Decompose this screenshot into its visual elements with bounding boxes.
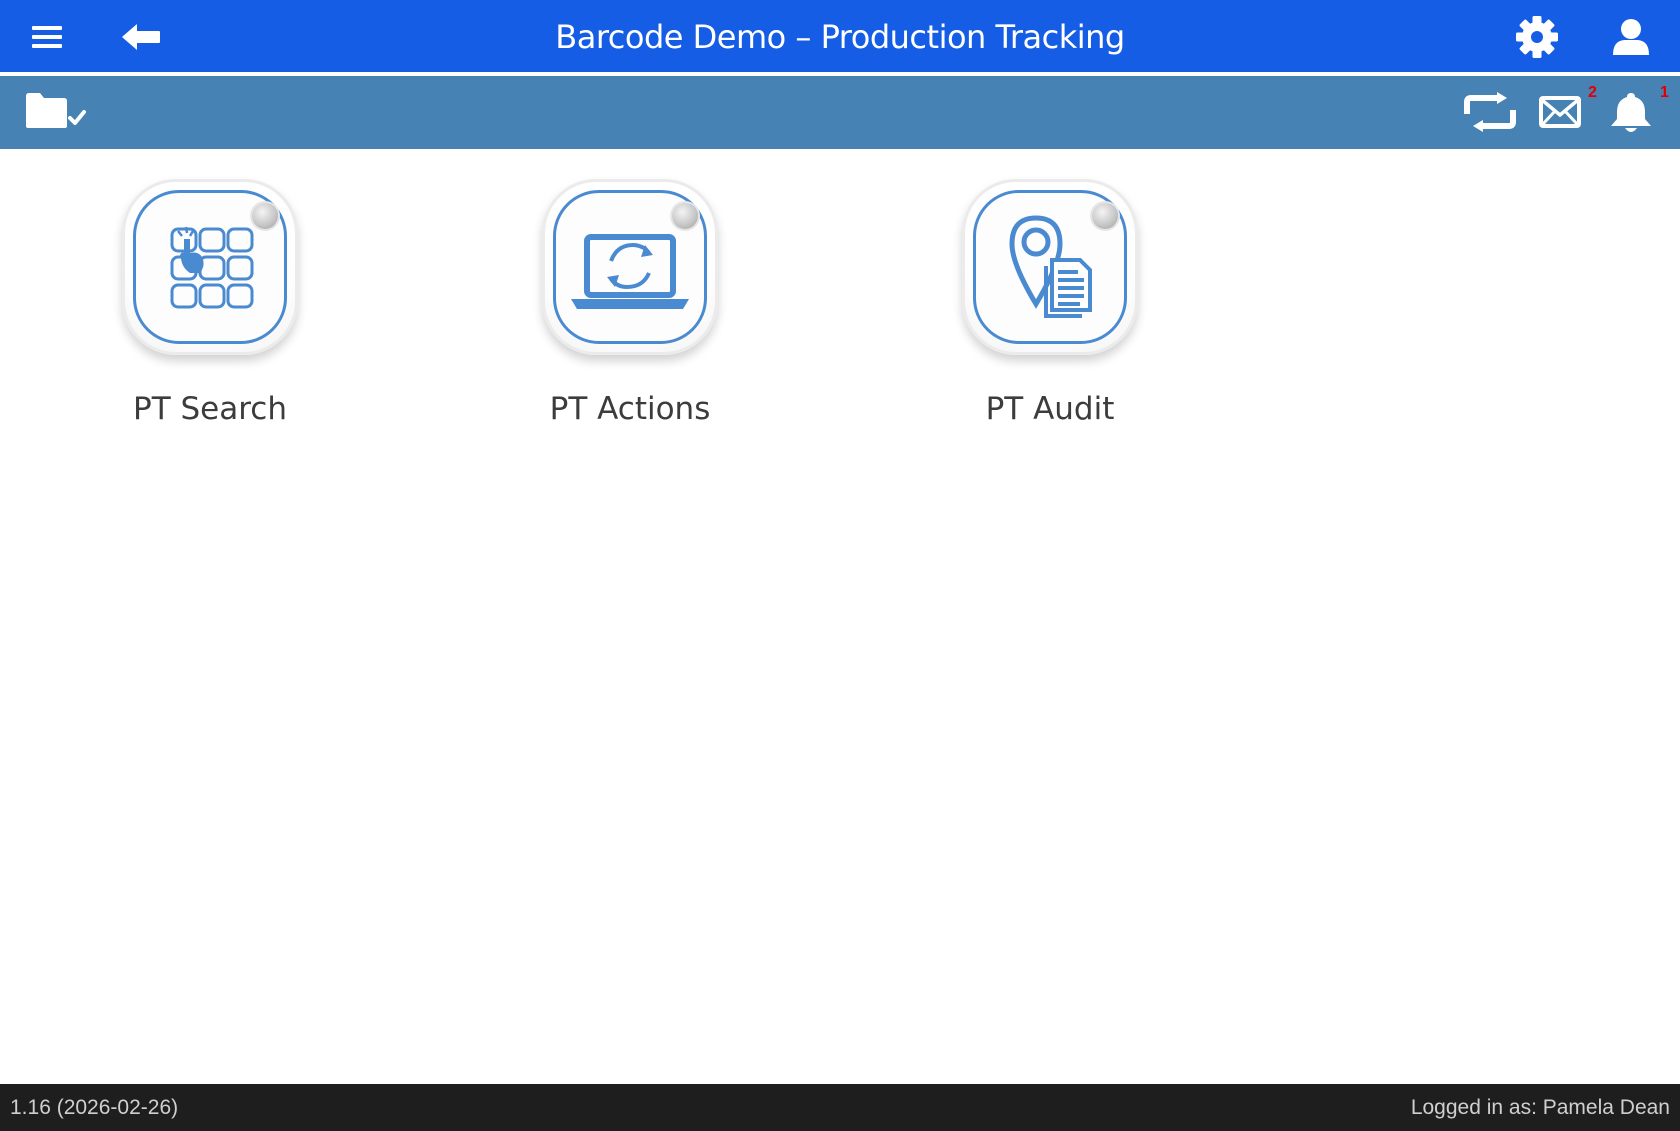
back-button[interactable] [116,12,166,62]
hamburger-menu-icon [32,26,62,48]
sync-arrows-icon [1464,92,1516,132]
settings-button[interactable] [1512,12,1562,62]
tile-pt-actions[interactable]: PT Actions [480,179,780,469]
tile-label: PT Actions [549,391,711,427]
tile-frame [122,179,298,355]
gear-icon [1516,16,1558,58]
menu-button[interactable] [22,12,72,62]
tile-label: PT Search [133,391,287,427]
logged-in-user-text: Logged in as: Pamela Dean [1410,1096,1670,1119]
status-indicator [672,203,698,229]
messages-count-badge: 2 [1588,84,1597,101]
status-indicator [252,203,278,229]
map-pin-document-icon [1009,215,1092,318]
version-text: 1.16 (2026-02-26) [10,1096,179,1119]
laptop-sync-icon [571,234,689,309]
messages-button[interactable]: 2 [1536,84,1597,138]
app-header: Barcode Demo – Production Tracking [0,0,1680,76]
folder-check-button[interactable] [24,86,94,138]
folder-check-icon [26,93,86,128]
tile-pt-audit[interactable]: PT Audit [900,179,1200,469]
user-icon [1613,19,1649,55]
tile-frame [962,179,1138,355]
user-button[interactable] [1606,12,1656,62]
arrow-left-icon [122,24,160,50]
notifications-count-badge: 1 [1660,84,1669,101]
envelope-icon [1539,96,1581,128]
status-indicator [1092,203,1118,229]
sync-button[interactable] [1462,86,1518,138]
tile-pt-search[interactable]: PT Search [60,179,360,469]
keypad-touch-icon [170,226,254,309]
tile-label: PT Audit [985,391,1115,427]
toolbar: 2 1 [0,76,1680,149]
bell-icon [1611,93,1651,132]
notifications-button[interactable]: 1 [1608,84,1669,138]
app-title: Barcode Demo – Production Tracking [555,18,1125,56]
tile-frame [542,179,718,355]
status-footer: 1.16 (2026-02-26) Logged in as: Pamela D… [0,1084,1680,1131]
